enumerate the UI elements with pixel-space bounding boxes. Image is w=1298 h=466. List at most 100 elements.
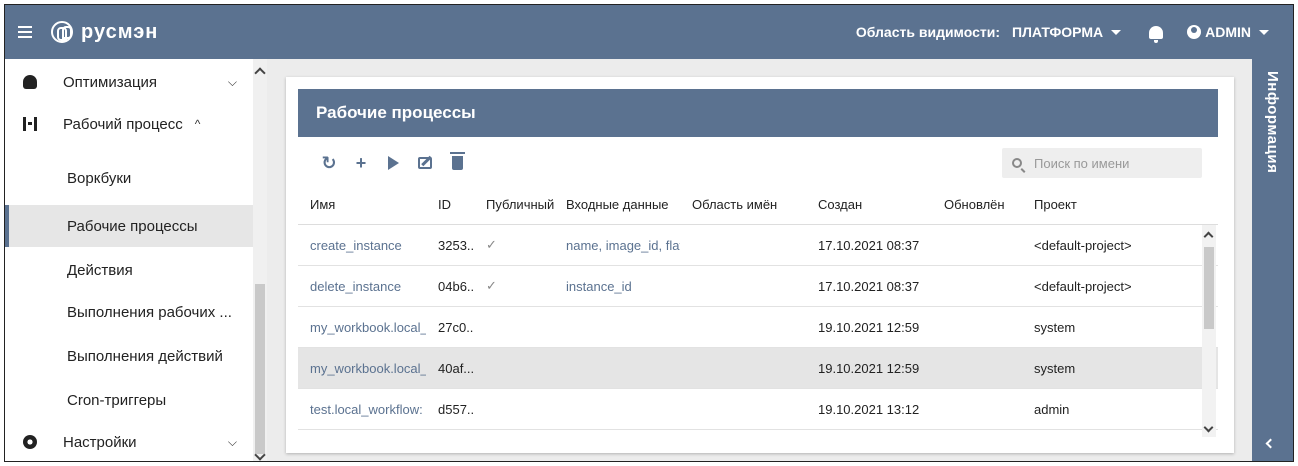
sidebar-item-workbooks[interactable]: Воркбуки — [5, 157, 253, 199]
sidebar-item-label: Воркбуки — [67, 169, 132, 187]
sidebar-item-label: Рабочий процесс — [63, 115, 183, 133]
table-row[interactable]: create_instance 3253... ✓ name, image_id… — [298, 225, 1218, 266]
menu-icon[interactable] — [5, 5, 45, 59]
column-header[interactable]: ID — [426, 197, 474, 212]
scroll-thumb[interactable] — [255, 284, 265, 454]
table-header: Имя ID Публичный Входные данные Область … — [298, 185, 1218, 225]
sidebar-item-workflows[interactable]: Рабочие процессы — [5, 205, 253, 247]
workflow-project: admin — [1034, 401, 1070, 417]
search-input[interactable]: Поиск по имени — [1002, 148, 1202, 178]
workflow-created: 19.10.2021 12:59 — [818, 319, 920, 335]
logo-icon — [51, 21, 73, 43]
column-header[interactable]: Входные данные — [554, 197, 680, 212]
table-row[interactable]: delete_instance 04b6... ✓ instance_id 17… — [298, 266, 1218, 307]
caret-down-icon — [1111, 29, 1122, 35]
workflow-created: 17.10.2021 08:37 — [818, 278, 920, 294]
dashboard-icon — [23, 75, 37, 89]
add-icon[interactable]: + — [350, 152, 372, 174]
table-row[interactable]: test.local_workflow: d557... 19.10.2021 … — [298, 389, 1218, 430]
chevron-down-icon: ⌵ — [227, 74, 237, 89]
workflow-created: 19.10.2021 12:59 — [818, 360, 920, 376]
sidebar-item-actions[interactable]: Действия — [5, 249, 253, 291]
chevron-down-icon: ⌵ — [227, 434, 237, 449]
workflow-id: 3253... — [438, 237, 474, 253]
column-header[interactable]: Проект — [1022, 197, 1202, 212]
workflow-id: d557... — [438, 401, 474, 417]
sidebar-item-optimization[interactable]: Оптимизация ⌵ — [5, 61, 253, 103]
table-scrollbar[interactable] — [1202, 225, 1216, 437]
workflow-input: name, image_id, flavor — [566, 237, 680, 253]
edit-button[interactable] — [414, 152, 436, 174]
user-circle-icon — [1187, 25, 1202, 39]
sidebar-item-workflow[interactable]: Рабочий процесс ^ — [5, 103, 253, 145]
table-row[interactable]: my_workbook.local_ 27c0... 19.10.2021 12… — [298, 307, 1218, 348]
bell-icon[interactable] — [1149, 25, 1164, 43]
workflow-input: instance_id — [566, 278, 632, 294]
sidebar-item-label: Cron-триггеры — [67, 391, 167, 409]
workflow-id: 04b6... — [438, 278, 474, 294]
trash-icon — [449, 152, 465, 170]
user-menu[interactable]: ADMIN — [1187, 24, 1269, 40]
user-name: ADMIN — [1205, 24, 1251, 40]
sidebar-item-workflow-executions[interactable]: Выполнения рабочих ... — [5, 291, 253, 333]
workflow-name-link[interactable]: my_workbook.local_ — [298, 320, 426, 335]
app-window: русмэн Область видимости: ПЛАТФОРМА ADMI… — [4, 4, 1294, 462]
workflow-project: <default-project> — [1034, 237, 1132, 253]
workflow-id: 27c0... — [438, 319, 474, 335]
caret-down-icon — [1259, 29, 1269, 35]
scope-label: Область видимости: — [855, 24, 1001, 40]
scroll-down-icon[interactable] — [1203, 422, 1214, 433]
sidebar-item-action-executions[interactable]: Выполнения действий — [5, 335, 253, 377]
scroll-up-icon[interactable] — [1203, 231, 1214, 242]
workflows-table: Имя ID Публичный Входные данные Область … — [298, 185, 1218, 437]
chevron-left-icon[interactable] — [1265, 438, 1276, 449]
workflow-name-link[interactable]: test.local_workflow: — [298, 402, 426, 417]
logo-text: русмэн — [81, 20, 159, 43]
column-header[interactable]: Имя — [298, 197, 426, 212]
info-panel-toggle[interactable]: Информация — [1252, 59, 1293, 461]
sidebar-item-label: Выполнения рабочих ... — [67, 303, 232, 321]
workflow-project: system — [1034, 319, 1076, 335]
panel-title: Рабочие процессы — [298, 89, 1218, 137]
sidebar-item-label: Рабочие процессы — [67, 217, 198, 235]
workflow-name-link[interactable]: my_workbook.local_ — [298, 361, 426, 376]
workflow-id: 40af... — [438, 360, 474, 376]
workflow-name-link[interactable]: delete_instance — [298, 279, 426, 294]
logo[interactable]: русмэн — [51, 21, 158, 44]
table-row[interactable]: my_workbook.local_ 40af... 19.10.2021 12… — [298, 348, 1218, 389]
sidebar-item-label: Настройки — [63, 433, 137, 451]
sidebar-item-cron-triggers[interactable]: Cron-триггеры — [5, 379, 253, 421]
workflow-created: 19.10.2021 13:12 — [818, 401, 920, 417]
scroll-up-icon[interactable] — [254, 67, 266, 79]
search-icon — [1012, 158, 1022, 168]
search-placeholder: Поиск по имени — [1034, 155, 1130, 171]
sidebar-item-settings[interactable]: Настройки ⌵ — [5, 421, 253, 461]
edit-icon — [418, 157, 432, 169]
column-header[interactable]: Создан — [806, 197, 932, 212]
run-button[interactable] — [382, 152, 404, 174]
gear-icon — [23, 435, 37, 449]
workflows-panel: Рабочие процессы ↻ + Поиск по имени Имя … — [286, 77, 1234, 453]
delete-button[interactable] — [446, 152, 468, 174]
workflow-project: <default-project> — [1034, 278, 1132, 294]
sidebar: Оптимизация ⌵ Рабочий процесс ^ Воркбуки… — [5, 59, 253, 461]
scroll-thumb[interactable] — [1204, 247, 1214, 329]
column-header[interactable]: Область имён — [680, 197, 806, 212]
scope-dropdown[interactable]: ПЛАТФОРМА — [1012, 24, 1122, 40]
check-icon: ✓ — [486, 237, 497, 252]
info-label: Информация — [1264, 71, 1281, 174]
scope-value: ПЛАТФОРМА — [1012, 24, 1104, 40]
sidebar-scrollbar[interactable] — [253, 59, 267, 461]
play-icon — [387, 156, 399, 170]
sidebar-item-label: Оптимизация — [63, 73, 158, 91]
check-icon: ✓ — [486, 278, 497, 293]
column-header[interactable]: Публичный — [474, 197, 554, 212]
top-bar: русмэн Область видимости: ПЛАТФОРМА ADMI… — [5, 5, 1293, 59]
toolbar: ↻ + Поиск по имени — [298, 143, 1218, 183]
chevron-up-icon: ^ — [194, 117, 201, 131]
workflow-project: system — [1034, 360, 1076, 376]
column-header[interactable]: Обновлён — [932, 197, 1022, 212]
sidebar-item-label: Выполнения действий — [67, 347, 223, 365]
refresh-icon[interactable]: ↻ — [318, 152, 340, 174]
workflow-name-link[interactable]: create_instance — [298, 238, 426, 253]
